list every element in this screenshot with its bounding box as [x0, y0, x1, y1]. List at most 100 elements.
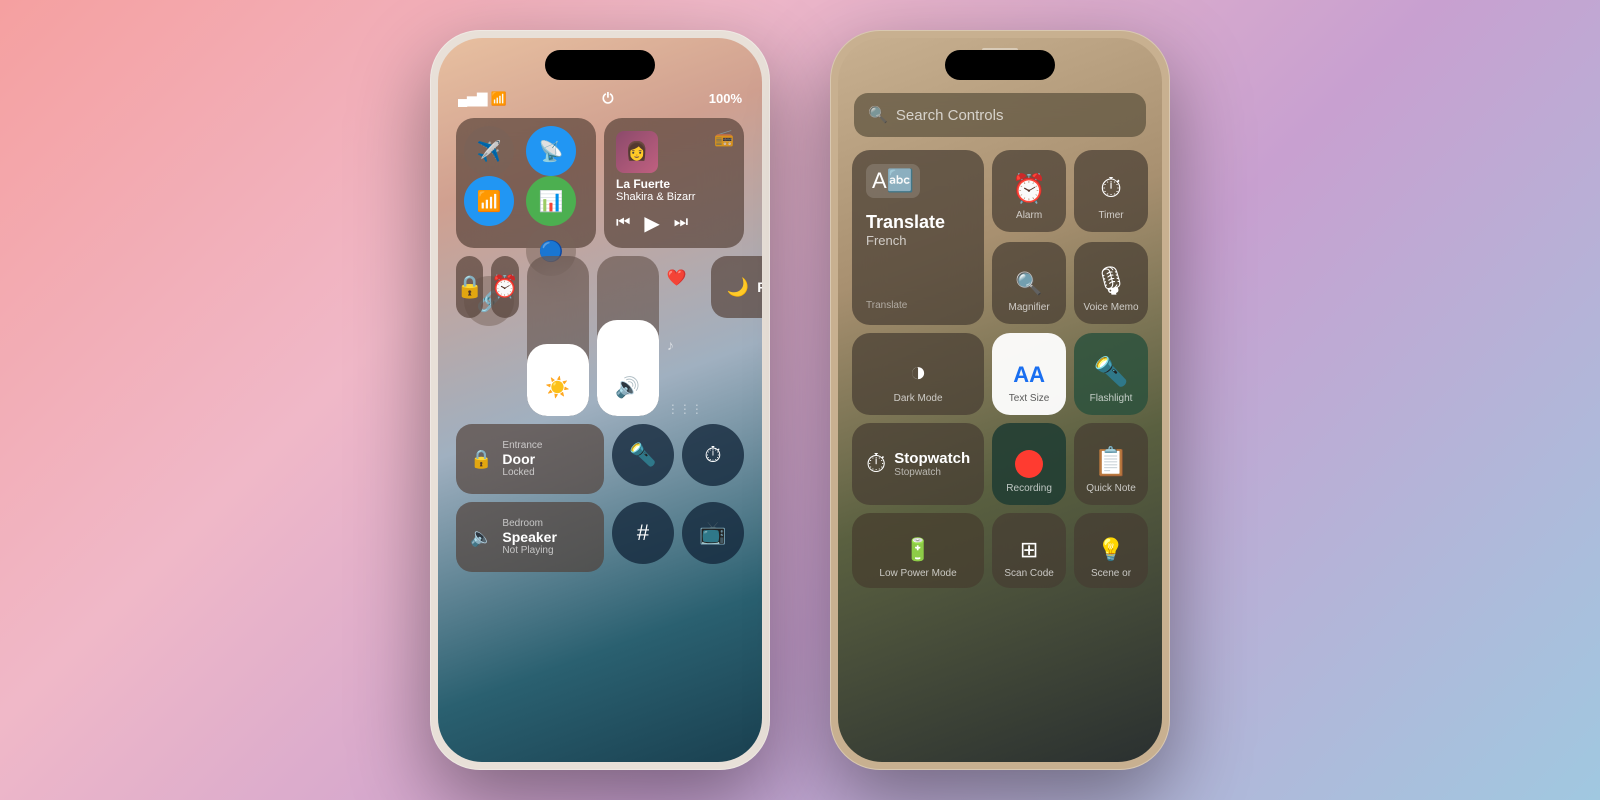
signal-icon: ▄▅▇ 📶	[458, 91, 507, 107]
cellular-button[interactable]: 📊	[526, 176, 576, 226]
low-power-label: Low Power Mode	[879, 567, 956, 580]
translate-tile[interactable]: A🔤 Translate French Translate	[852, 150, 984, 325]
magnifier-label: Magnifier	[1009, 301, 1050, 314]
volume-slider[interactable]: 🔊	[597, 256, 659, 416]
scene-icon: 💡	[1097, 537, 1124, 563]
stopwatch-sub: Stopwatch	[894, 467, 970, 478]
recording-tile[interactable]: Recording	[992, 423, 1066, 505]
phone-2: 🔍 Search Controls A🔤 Translate French Tr…	[830, 30, 1170, 770]
cc-row-3: 🔒 Entrance Door Locked 🔦 ⏱	[456, 424, 744, 494]
music-controls: ⏮ ▶ ⏭	[616, 211, 688, 236]
airplane-button[interactable]: ✈️	[464, 126, 514, 176]
control-center-1: ✈️ 📡 📶 📊 🔵 🔗 📻 👩 La Fuerte Shakira	[456, 118, 744, 572]
magnifier-icon: 🔍	[1015, 271, 1042, 297]
album-art: 👩	[616, 131, 658, 173]
wifi-button[interactable]: 📶	[464, 176, 514, 226]
music-tile[interactable]: 📻 👩 La Fuerte Shakira & Bizarr ⏮ ▶ ⏭	[604, 118, 744, 248]
calculator-button[interactable]: #	[612, 502, 674, 564]
phone1-screen: ▄▅▇ 📶 ⏻ 100% ✈️ 📡 📶 📊 🔵 🔗	[438, 38, 762, 762]
text-size-label: Text Size	[1009, 392, 1050, 405]
search-icon: 🔍	[868, 105, 888, 125]
sliders-area: ☀️ 🔊 ❤️ ♪ ⋮⋮⋮	[527, 256, 703, 416]
cc-row-2: 🔒 ⏰ ☀️ 🔊 ❤️	[456, 256, 744, 416]
next-button[interactable]: ⏭	[674, 214, 688, 232]
alarm-tile[interactable]: ⏰ Alarm	[992, 150, 1066, 232]
timer-button[interactable]: ⏱	[682, 424, 744, 486]
brightness-icon: ☀️	[545, 375, 570, 400]
scene-tile[interactable]: 💡 Scene or	[1074, 513, 1148, 588]
timer-tile[interactable]: ⏱ Timer	[1074, 150, 1148, 232]
cc-row-1: ✈️ 📡 📶 📊 🔵 🔗 📻 👩 La Fuerte Shakira	[456, 118, 744, 248]
dark-mode-label: Dark Mode	[894, 392, 943, 405]
translate-lang: French	[866, 233, 945, 248]
scan-code-label: Scan Code	[1004, 567, 1053, 580]
speaker-status: Not Playing	[502, 545, 553, 556]
artist-name: Shakira & Bizarr	[616, 191, 695, 203]
voice-memo-tile[interactable]: 🎙 Voice Memo	[1074, 242, 1148, 324]
stopwatch-tile[interactable]: ⏱ Stopwatch Stopwatch	[852, 423, 984, 505]
speaker-sublabel: Bedroom	[502, 518, 543, 529]
translate-icon: A🔤	[866, 164, 920, 198]
heart-icon: ❤️	[667, 268, 687, 288]
cc-row-4: 🔈 Bedroom Speaker Not Playing # 📺	[456, 502, 744, 572]
network-tile[interactable]: ✈️ 📡 📶 📊 🔵 🔗	[456, 118, 596, 248]
phone2-screen: 🔍 Search Controls A🔤 Translate French Tr…	[838, 38, 1162, 762]
quick-note-label: Quick Note	[1086, 482, 1135, 495]
flashlight-button[interactable]: 🔦	[612, 424, 674, 486]
scan-code-icon: ⊞	[1020, 537, 1038, 563]
flashlight-icon: 🔦	[1094, 355, 1129, 388]
bedroom-speaker-tile[interactable]: 🔈 Bedroom Speaker Not Playing	[456, 502, 604, 572]
song-title: La Fuerte	[616, 177, 695, 191]
speaker-mainlabel: Speaker	[502, 529, 556, 545]
focus-label: Focus	[757, 279, 762, 295]
timer-icon: ⏱	[1100, 172, 1122, 205]
volume-icon: 🔊	[615, 375, 640, 400]
equalizer-icon: ⋮⋮⋮	[667, 402, 703, 416]
voice-memo-icon: 🎙	[1093, 264, 1129, 297]
flashlight-label: Flashlight	[1090, 392, 1133, 405]
quick-note-icon: 📋	[1094, 445, 1129, 478]
record-dot	[1015, 450, 1043, 478]
voice-memo-label: Voice Memo	[1084, 301, 1139, 314]
music-info: La Fuerte Shakira & Bizarr	[616, 177, 695, 203]
controls-grid: A🔤 Translate French Translate ⏰ Alarm ⏱	[852, 150, 1148, 588]
dynamic-island-1	[545, 50, 655, 80]
moon-icon: 🌙	[727, 277, 749, 298]
text-size-icon: AA	[1013, 362, 1045, 388]
speaker-labels: Bedroom Speaker Not Playing	[502, 518, 556, 556]
text-size-tile[interactable]: AA Text Size	[992, 333, 1066, 415]
dark-mode-icon: ◑	[910, 356, 927, 388]
entrance-door-tile[interactable]: 🔒 Entrance Door Locked	[456, 424, 604, 494]
status-bar-1: ▄▅▇ 📶 ⏻ 100%	[458, 90, 742, 107]
door-labels: Entrance Door Locked	[502, 440, 542, 478]
screen-lock-button[interactable]: 🔒	[456, 256, 483, 318]
search-placeholder: Search Controls	[896, 107, 1004, 124]
dynamic-island-2	[945, 50, 1055, 80]
tv-button[interactable]: 📺	[682, 502, 744, 564]
play-button[interactable]: ▶	[644, 211, 659, 236]
airdrop-button[interactable]: 📡	[526, 126, 576, 176]
dark-mode-tile[interactable]: ◑ Dark Mode	[852, 333, 984, 415]
low-power-icon: 🔋	[904, 537, 931, 563]
airplay-button[interactable]: 📻	[714, 128, 734, 148]
translate-sublabel: Translate	[866, 300, 907, 311]
stopwatch-icon: ⏱	[866, 448, 886, 480]
recording-label: Recording	[1006, 482, 1052, 495]
translate-main: Translate French	[866, 212, 945, 248]
door-sublabel: Entrance	[502, 440, 542, 451]
focus-tile[interactable]: 🌙 Focus ⌄	[711, 256, 762, 318]
alarm-button[interactable]: ⏰	[491, 256, 518, 318]
door-status: Locked	[502, 467, 534, 478]
low-power-tile[interactable]: 🔋 Low Power Mode	[852, 513, 984, 588]
quick-note-tile[interactable]: 📋 Quick Note	[1074, 423, 1148, 505]
flashlight-tile[interactable]: 🔦 Flashlight	[1074, 333, 1148, 415]
dark-buttons-row: 🔦 ⏱	[612, 424, 744, 494]
magnifier-tile[interactable]: 🔍 Magnifier	[992, 242, 1066, 324]
scan-code-tile[interactable]: ⊞ Scan Code	[992, 513, 1066, 588]
brightness-slider[interactable]: ☀️	[527, 256, 589, 416]
search-controls-bar[interactable]: 🔍 Search Controls	[854, 93, 1146, 137]
lock-icon: 🔒	[470, 449, 492, 470]
side-icons: ❤️ ♪ ⋮⋮⋮	[667, 256, 703, 416]
stopwatch-title: Stopwatch	[894, 450, 970, 467]
prev-button[interactable]: ⏮	[616, 214, 630, 232]
